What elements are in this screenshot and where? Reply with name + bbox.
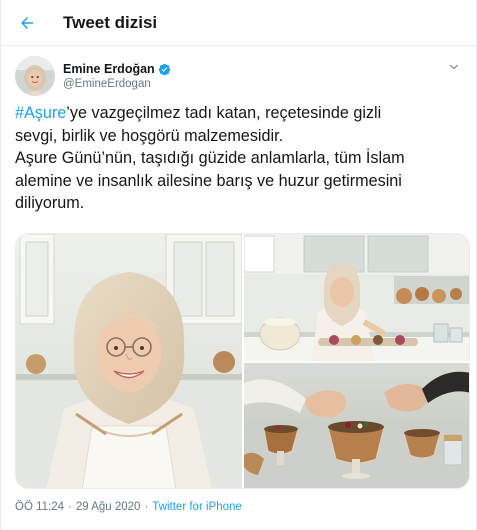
tweet-thread-page: Tweet dizisi Emine Erdoğan @EmineErdogan… — [0, 0, 477, 530]
thread-header: Tweet dizisi — [1, 0, 476, 46]
tweet-menu-button[interactable] — [445, 58, 463, 76]
display-name[interactable]: Emine Erdoğan — [63, 62, 155, 76]
media-photo-cooking[interactable] — [244, 234, 469, 361]
tweet-line-5: diliyorum. — [15, 194, 85, 212]
tweet-line-3: Aşure Günü’nün, taşıdığı güzide anlamlar… — [15, 149, 405, 167]
meta-separator-2: · — [144, 501, 149, 513]
author-handle[interactable]: @EmineErdogan — [63, 78, 171, 90]
name-row: Emine Erdoğan — [63, 62, 171, 76]
tweet-meta: ÖÖ 11:24 · 29 Ağu 2020 · Twitter for iPh… — [15, 501, 242, 513]
back-button[interactable] — [9, 5, 45, 41]
media-photo-asure-cups[interactable] — [244, 363, 469, 488]
tweet-media-grid — [15, 233, 470, 489]
tweet-line-2: sevgi, birlik ve hoşgörü malzemesidir. — [15, 126, 284, 145]
tweet-text: #Aşure’ye vazgeçilmez tadı katan, reçete… — [15, 102, 467, 215]
hashtag-link[interactable]: #Aşure — [15, 104, 66, 122]
tweet-line-1-text: ’ye vazgeçilmez tadı katan, reçetesinde … — [66, 104, 382, 122]
tweet-line-1: #Aşure’ye vazgeçilmez tadı katan, reçete… — [15, 102, 467, 125]
tweet-author[interactable]: Emine Erdoğan @EmineErdogan — [15, 54, 465, 98]
verified-badge-icon — [158, 63, 170, 75]
chevron-down-icon — [450, 64, 458, 70]
avatar[interactable] — [15, 56, 55, 96]
tweet-source-link[interactable]: Twitter for iPhone — [152, 501, 241, 513]
media-photo-portrait[interactable] — [16, 234, 242, 488]
arrow-left-icon — [21, 16, 33, 29]
author-text: Emine Erdoğan @EmineErdogan — [63, 62, 171, 90]
tweet-time[interactable]: ÖÖ 11:24 — [15, 501, 64, 513]
page-title: Tweet dizisi — [63, 12, 158, 32]
meta-separator: · — [68, 501, 72, 513]
tweet-line-4: alemine ve insanlık ailesine barış ve hu… — [15, 171, 402, 190]
tweet-date[interactable]: 29 Ağu 2020 — [76, 501, 141, 513]
